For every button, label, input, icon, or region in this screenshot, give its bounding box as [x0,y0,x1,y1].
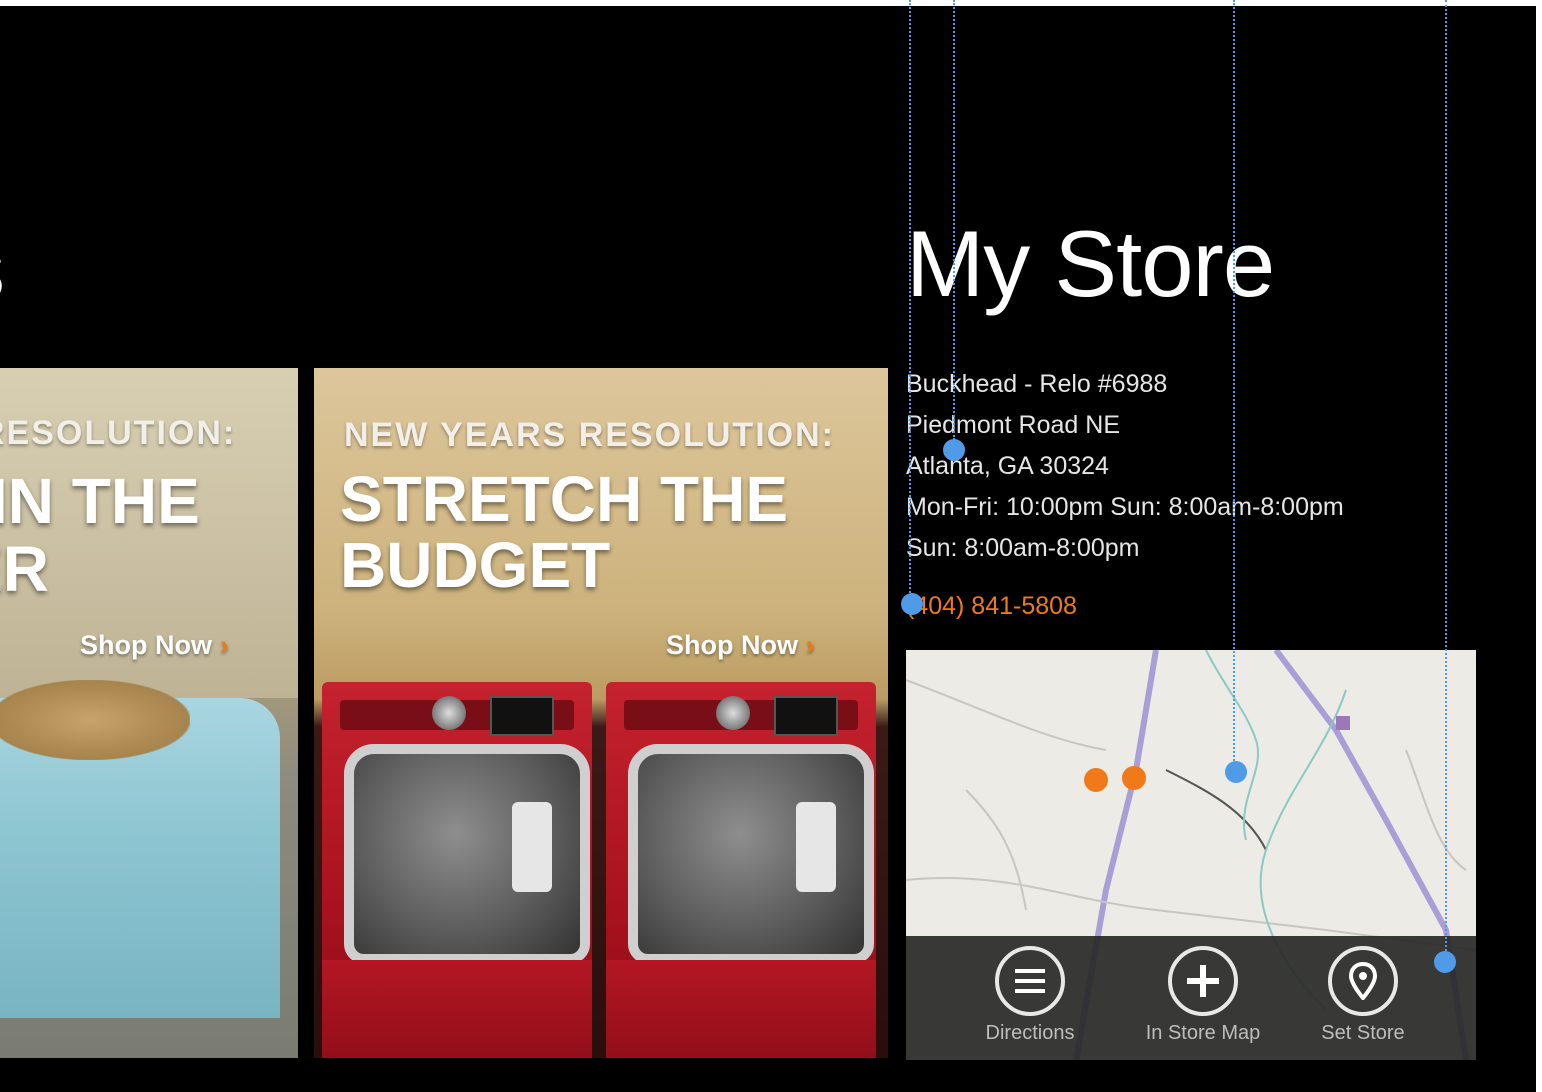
store-hours-sunday: Sun: 8:00am-8:00pm [906,534,1140,562]
hub-panorama: s RESOLUTION: IN THE ER Shop Now› NEW YE… [0,6,1536,1092]
directions-label: Directions [985,1022,1075,1044]
guide-marker [943,439,965,461]
promo-headline-line1: IN THE [0,465,200,537]
promo-headline-line2: ER [0,533,49,605]
guide-line [953,0,955,440]
guide-marker [1434,951,1456,973]
store-phone-link[interactable]: (404) 841-5808 [906,592,1077,621]
in-store-map-label: In Store Map [1145,1022,1261,1044]
shop-now-link[interactable]: Shop Now › [666,630,815,661]
promo-headline-line1: STRETCH THE [340,463,788,535]
store-street: Piedmont Road NE [906,411,1121,439]
dryer-image [606,682,876,1058]
store-section-title: My Store [906,211,1275,316]
shop-now-label: Shop Now [80,630,212,660]
washer-image [322,682,592,1058]
guide-marker [1225,761,1247,783]
in-store-map-button[interactable]: In Store Map [1128,946,1278,1045]
partial-section-title: s [0,218,5,321]
towel-image [0,680,190,760]
shop-now-label: Shop Now [666,630,798,660]
location-pin-icon [1328,946,1398,1016]
store-city: Atlanta, GA 30324 [906,452,1109,480]
set-store-label: Set Store [1321,1022,1405,1044]
promo-tile-organize[interactable]: RESOLUTION: IN THE ER Shop Now› [0,368,298,1058]
directions-icon [995,946,1065,1016]
promo-headline-line2: BUDGET [340,529,611,601]
set-store-button[interactable]: Set Store [1288,946,1438,1045]
store-details: Buckhead - Relo #6988 Piedmont Road NE A… [906,364,1344,569]
promo-kicker: RESOLUTION: [0,414,237,452]
promo-kicker: NEW YEARS RESOLUTION: [344,416,835,454]
store-name: Buckhead - Relo #6988 [906,370,1168,398]
guide-marker [901,593,923,615]
store-hours-weekday: Mon-Fri: 10:00pm Sun: 8:00am-8:00pm [906,493,1344,521]
promo-tile-budget[interactable]: NEW YEARS RESOLUTION: STRETCH THE BUDGET… [314,368,888,1058]
guide-line [1233,0,1235,765]
chevron-right-icon: › [219,630,229,660]
directions-button[interactable]: Directions [955,946,1105,1045]
chevron-right-icon: › [805,630,815,660]
plus-icon [1168,946,1238,1016]
shop-now-link[interactable]: Shop Now › [80,630,229,661]
guide-line [909,0,911,600]
guide-line [1445,0,1447,955]
